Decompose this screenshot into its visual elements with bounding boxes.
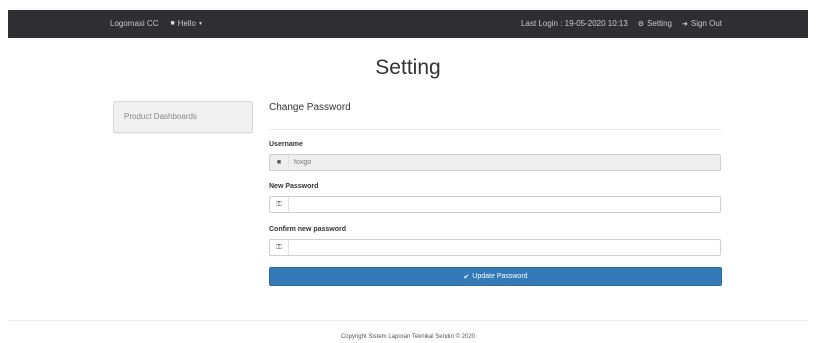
new-password-field[interactable] <box>290 198 726 211</box>
signout-icon: ➜ <box>681 20 688 28</box>
footer-text: Copyright Sistem Laporan Teknikal Sendir… <box>340 334 476 340</box>
form-title: Change Password <box>269 102 351 113</box>
sidebar-item-label: Product Dashboards <box>124 112 197 121</box>
user-menu[interactable]: ■ Hello ▾ <box>170 19 201 28</box>
footer-divider <box>8 320 808 321</box>
username-label: Username <box>269 141 303 148</box>
page-title: Setting <box>375 56 441 79</box>
chevron-down-icon: ▾ <box>198 21 202 27</box>
username-field[interactable] <box>290 156 726 169</box>
gear-icon: ⚙ <box>637 20 645 28</box>
confirm-password-label: Confirm new password <box>269 226 347 233</box>
key-icon: ⚿ <box>270 240 289 255</box>
check-icon: ✔ <box>463 273 470 281</box>
sidebar-item-product-dashboards[interactable]: Product Dashboards <box>113 101 253 133</box>
setting-link[interactable]: ⚙ Setting <box>638 19 672 28</box>
new-password-label: New Password <box>269 183 319 190</box>
brand-link[interactable]: Logomaxi CC <box>110 19 158 28</box>
last-login-text: Last Login : 19-05-2020 10:13 <box>521 19 628 28</box>
new-password-input-group: ⚿ <box>269 196 726 213</box>
sign-out-link[interactable]: ➜ Sign Out <box>682 19 722 28</box>
sign-out-label: Sign Out <box>690 19 722 28</box>
user-menu-label: Hello <box>177 19 196 28</box>
user-icon: ■ <box>170 20 175 27</box>
key-icon: ⚿ <box>270 197 289 212</box>
username-input-group: ■ <box>269 154 726 171</box>
update-password-label: Update Password <box>472 273 528 280</box>
form-divider <box>269 129 721 130</box>
navbar-right: Last Login : 19-05-2020 10:13 ⚙ Setting … <box>521 19 722 28</box>
top-navbar: Logomaxi CC ■ Hello ▾ Last Login : 19-05… <box>8 10 808 38</box>
setting-label: Setting <box>647 19 672 28</box>
update-password-button[interactable]: ✔ Update Password <box>269 267 722 286</box>
confirm-password-input-group: ⚿ <box>269 239 726 256</box>
navbar-left: Logomaxi CC ■ Hello ▾ <box>110 19 202 28</box>
user-icon: ■ <box>270 155 289 170</box>
confirm-password-field[interactable] <box>290 241 726 254</box>
